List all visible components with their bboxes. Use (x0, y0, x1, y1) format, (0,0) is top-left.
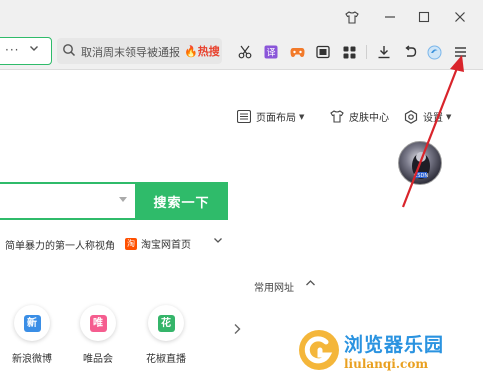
gamepad-icon[interactable] (288, 43, 306, 61)
search-icon (62, 42, 76, 61)
common-sites-label: 常用网址 (254, 283, 294, 294)
watermark: 浏览器乐园 liulanqi.com (296, 325, 482, 375)
web-search-input[interactable] (0, 182, 135, 220)
site-tile-huajiao[interactable]: 花 花椒直播 (141, 305, 191, 365)
search-suggestion: 取消周末领导被通报 (81, 46, 180, 59)
toolbar-divider (366, 45, 367, 59)
page-layout-link[interactable]: 页面布局 ▼ (236, 109, 305, 124)
taobao-label: 淘宝网首页 (141, 240, 191, 251)
svg-text:译: 译 (266, 48, 275, 59)
vip-icon: 唯 (89, 314, 107, 332)
search-box[interactable]: 取消周末领导被通报 🔥热搜 (57, 38, 222, 64)
skin-center-label: 皮肤中心 (349, 113, 389, 124)
apps-grid-icon[interactable] (340, 43, 358, 61)
reader-icon[interactable] (314, 43, 332, 61)
maximize-icon[interactable] (413, 6, 435, 28)
watermark-title: 浏览器乐园 (344, 333, 445, 356)
site-icon-circle: 唯 (80, 305, 116, 341)
minimize-icon[interactable] (379, 6, 401, 28)
menu-icon[interactable] (451, 43, 469, 61)
site-tile-vip[interactable]: 唯 唯品会 (73, 305, 123, 365)
hot-search-tag[interactable]: 🔥热搜 (184, 43, 220, 59)
gear-icon (404, 110, 418, 124)
taobao-link[interactable]: 淘 淘宝网首页 (125, 236, 191, 251)
svg-text:CSDN: CSDN (414, 173, 429, 179)
site-name: 唯品会 (83, 354, 113, 365)
watermark-logo-icon (296, 327, 342, 373)
toolbar: ··· 取消周末领导被通报 🔥热搜 译 (0, 34, 483, 70)
engine-dropdown-icon[interactable] (119, 197, 127, 202)
layout-icon (236, 109, 252, 124)
hot-news-link[interactable]: 简单暴力的第一人称视角 (5, 237, 115, 252)
site-icon-circle: 花 (148, 305, 184, 341)
undo-icon[interactable] (401, 43, 419, 61)
chevron-up-icon[interactable] (305, 278, 316, 291)
new-tab-page: 页面布局 ▼ 皮肤中心 设置 ▼ CSDN 搜索一下 简单暴力的第一人称视角 淘… (0, 71, 483, 375)
close-icon[interactable] (449, 6, 471, 28)
address-bar[interactable]: ··· (0, 37, 52, 65)
chevron-right-icon[interactable] (233, 323, 241, 339)
skin-center-link[interactable]: 皮肤中心 (330, 109, 389, 124)
shirt-icon (330, 110, 344, 123)
translate-icon[interactable]: 译 (262, 43, 280, 61)
avatar[interactable]: CSDN (398, 141, 442, 185)
huajiao-icon: 花 (157, 314, 175, 332)
download-icon[interactable] (375, 43, 393, 61)
skin-icon[interactable] (341, 6, 363, 28)
site-name: 新浪微博 (12, 354, 52, 365)
weibo-icon: 新 (23, 314, 41, 332)
settings-link[interactable]: 设置 ▼ (404, 109, 451, 124)
chevron-down-icon[interactable] (29, 42, 39, 56)
browser-logo-icon[interactable] (425, 43, 443, 61)
site-name: 花椒直播 (146, 354, 186, 365)
caret-down-icon: ▼ (446, 112, 452, 121)
taobao-icon: 淘 (125, 237, 137, 250)
caret-down-icon: ▼ (299, 112, 305, 121)
watermark-url: liulanqi.com (344, 356, 429, 371)
scissors-icon[interactable] (236, 43, 254, 61)
search-button[interactable]: 搜索一下 (135, 182, 228, 220)
chevron-down-icon[interactable] (213, 235, 223, 248)
title-bar (0, 0, 483, 34)
site-icon-circle: 新 (14, 305, 50, 341)
page-layout-label: 页面布局 (256, 113, 296, 124)
site-tile-weibo[interactable]: 新 新浪微博 (7, 305, 57, 365)
address-value: ··· (5, 43, 20, 57)
settings-label: 设置 (423, 113, 443, 124)
